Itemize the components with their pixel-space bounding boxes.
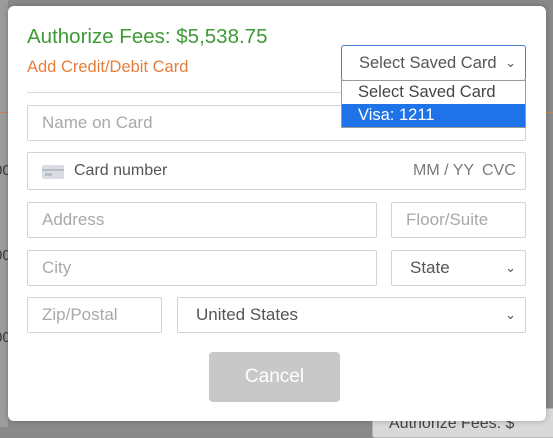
background-left-strip <box>0 0 8 427</box>
chevron-down-icon: ⌄ <box>505 307 516 322</box>
saved-card-selected-value: Select Saved Card <box>359 54 497 72</box>
cancel-button[interactable]: Cancel <box>209 352 340 402</box>
add-card-subtitle: Add Credit/Debit Card <box>27 58 189 76</box>
card-expiry-input[interactable]: MM / YY <box>413 153 474 189</box>
card-cvc-input[interactable]: CVC <box>482 153 516 189</box>
card-element[interactable]: Card number MM / YY CVC <box>27 152 526 190</box>
zip-input[interactable]: Zip/Postal <box>27 297 162 333</box>
state-selected-value: State <box>410 258 450 277</box>
city-placeholder: City <box>42 258 72 277</box>
name-on-card-placeholder: Name on Card <box>42 113 153 132</box>
address-placeholder: Address <box>42 210 105 229</box>
state-select[interactable]: State ⌄ <box>391 250 526 286</box>
background-divider-right <box>546 112 553 113</box>
country-selected-value: United States <box>196 305 299 324</box>
floor-suite-placeholder: Floor/Suite <box>406 210 489 229</box>
address-input[interactable]: Address <box>27 202 377 238</box>
saved-card-option[interactable]: Visa: 1211 <box>342 104 525 127</box>
saved-card-select[interactable]: Select Saved Card ⌄ <box>341 45 526 81</box>
zip-placeholder: Zip/Postal <box>42 305 118 324</box>
card-number-input[interactable]: Card number <box>74 153 167 189</box>
background-divider-left <box>0 112 8 113</box>
floor-suite-input[interactable]: Floor/Suite <box>391 202 526 238</box>
country-select[interactable]: United States ⌄ <box>177 297 526 333</box>
saved-card-dropdown: Select Saved Card Visa: 1211 <box>341 80 526 128</box>
city-input[interactable]: City <box>27 250 377 286</box>
chevron-down-icon: ⌄ <box>505 260 516 275</box>
authorize-fees-modal: Authorize Fees: $5,538.75 Add Credit/Deb… <box>8 6 546 421</box>
chevron-down-icon: ⌄ <box>505 55 516 70</box>
credit-card-icon <box>42 165 64 179</box>
modal-title: Authorize Fees: $5,538.75 <box>27 25 268 48</box>
saved-card-option[interactable]: Select Saved Card <box>342 81 525 104</box>
